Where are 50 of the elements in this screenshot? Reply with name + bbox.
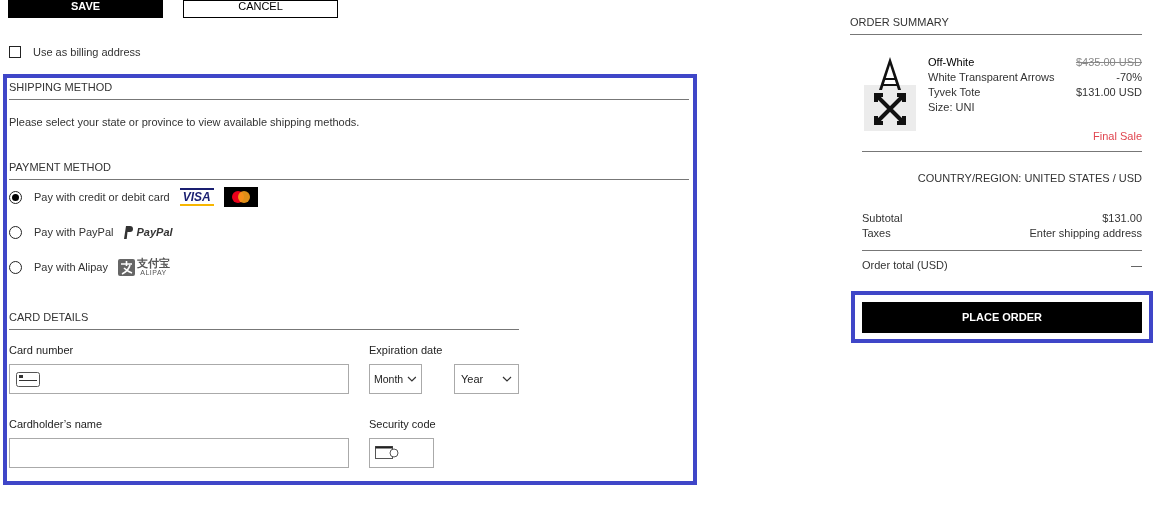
payment-option-label: Pay with Alipay <box>34 261 108 273</box>
total-value: — <box>1131 259 1142 271</box>
security-code-icon <box>375 445 399 461</box>
summary-value: Enter shipping address <box>1029 226 1142 241</box>
visa-logo: VISA <box>179 188 214 206</box>
summary-label: Subtotal <box>862 211 903 226</box>
save-button[interactable]: SAVE <box>8 0 163 18</box>
summary-value: $131.00 <box>1102 211 1142 226</box>
summary-heading: ORDER SUMMARY <box>850 16 1142 35</box>
dropdown[interactable]: Month <box>369 364 422 394</box>
field-label: Security code <box>369 418 437 432</box>
radio-button[interactable] <box>9 190 22 204</box>
region-text: COUNTRY/REGION: UNITED STATES / USD <box>916 172 1142 184</box>
price: $131.00 USD <box>1075 85 1142 100</box>
total-label: Order total (USD) <box>862 259 948 271</box>
place-order-button[interactable]: PLACE ORDER <box>862 301 1142 333</box>
mastercard-logo <box>223 187 258 207</box>
field-label: Card number <box>9 344 75 358</box>
section-heading: CARD DETAILS <box>9 311 519 330</box>
radio-button[interactable] <box>9 225 22 239</box>
dropdown[interactable]: Year <box>454 364 519 394</box>
field-label: Cardholder’s name <box>9 418 104 432</box>
alipay-icon <box>118 258 135 276</box>
product-size: Size: UNI <box>928 100 976 115</box>
summary-label: Taxes <box>862 226 891 241</box>
shipping-message: Please select your state or province to view available shipping methods. <box>9 116 361 128</box>
product-name: White Transparent Arrows <box>928 70 1056 85</box>
section-heading: SHIPPING METHOD <box>9 81 689 100</box>
radio-button[interactable] <box>9 260 22 274</box>
product-name: Tyvek Tote <box>928 85 982 100</box>
cancel-button[interactable]: CANCEL <box>183 0 338 18</box>
discount: -70% <box>1116 70 1142 85</box>
paypal-icon <box>123 225 134 239</box>
section-heading: PAYMENT METHOD <box>9 161 689 180</box>
field-label: Expiration date <box>369 344 444 358</box>
paypal-logo: PayPal <box>136 226 173 238</box>
checkbox[interactable] <box>9 46 21 58</box>
product-brand: Off-White <box>928 55 976 70</box>
payment-option-label: Pay with credit or debit card <box>34 191 170 203</box>
alipay-logo-text: 支付宝 <box>137 258 170 269</box>
checkbox-label: Use as billing address <box>33 46 141 58</box>
payment-option-label: Pay with PayPal <box>34 226 114 238</box>
security-code-field[interactable] <box>369 438 434 468</box>
original-price: $435.00 USD <box>1075 55 1142 70</box>
name-field[interactable] <box>9 438 349 468</box>
chevron-down-icon <box>502 376 512 382</box>
credit-card-icon <box>16 371 40 387</box>
final-sale-note: Final Sale <box>1093 130 1142 142</box>
chevron-down-icon <box>407 376 417 382</box>
card-number-field[interactable] <box>9 364 349 394</box>
